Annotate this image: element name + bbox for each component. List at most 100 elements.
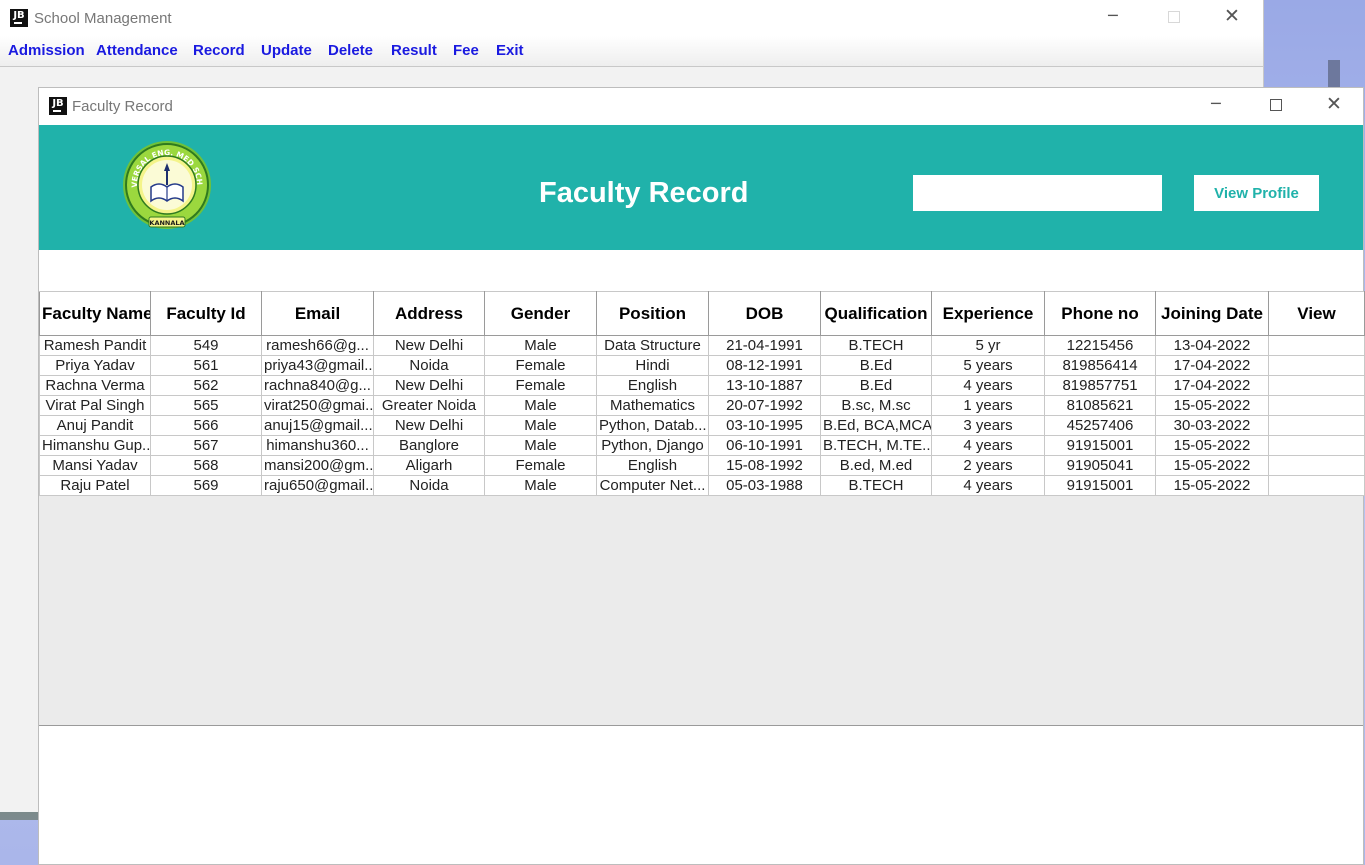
menu-exit[interactable]: Exit (496, 42, 524, 59)
faculty-table-area[interactable]: Faculty Name Faculty Id Email Address Ge… (39, 291, 1365, 726)
cell-view[interactable] (1268, 375, 1365, 396)
cell-joining-date[interactable]: 17-04-2022 (1155, 375, 1269, 396)
minimize-button[interactable]: ─ (1211, 94, 1221, 113)
cell-dob[interactable]: 13-10-1887 (708, 375, 821, 396)
cell-faculty-id[interactable]: 549 (150, 335, 262, 356)
view-profile-button[interactable]: View Profile (1194, 175, 1319, 211)
cell-phone-no[interactable]: 91905041 (1044, 455, 1156, 476)
cell-qualification[interactable]: B.Ed, BCA,MCA (820, 415, 932, 436)
cell-view[interactable] (1268, 335, 1365, 356)
cell-gender[interactable]: Female (484, 355, 597, 376)
cell-joining-date[interactable]: 15-05-2022 (1155, 455, 1269, 476)
table-row[interactable]: Ramesh Pandit 549 ramesh66@g... New Delhi Ma… (39, 335, 1365, 356)
cell-faculty-name[interactable]: Priya Yadav (39, 355, 151, 376)
cell-gender[interactable]: Male (484, 475, 597, 496)
minimize-button[interactable]: ─ (1108, 6, 1118, 25)
table-row[interactable]: Virat Pal Singh 565 virat250@gmai... Greate… (39, 395, 1365, 416)
cell-email[interactable]: anuj15@gmail.... (261, 415, 374, 436)
cell-position[interactable]: Hindi (596, 355, 709, 376)
cell-experience[interactable]: 2 years (931, 455, 1045, 476)
cell-view[interactable] (1268, 395, 1365, 416)
cell-experience[interactable]: 1 years (931, 395, 1045, 416)
column-header-dob[interactable]: DOB (708, 291, 821, 336)
cell-view[interactable] (1268, 475, 1365, 496)
cell-address[interactable]: Aligarh (373, 455, 485, 476)
close-button[interactable]: ✕ (1224, 5, 1240, 27)
cell-phone-no[interactable]: 91915001 (1044, 475, 1156, 496)
column-header-email[interactable]: Email (261, 291, 374, 336)
menu-fee[interactable]: Fee (453, 42, 479, 59)
cell-gender[interactable]: Male (484, 435, 597, 456)
table-row[interactable]: Himanshu Gup... 567 himanshu360... Banglore… (39, 435, 1365, 456)
column-header-gender[interactable]: Gender (484, 291, 597, 336)
table-row[interactable]: Anuj Pandit 566 anuj15@gmail.... New Delhi M… (39, 415, 1365, 436)
cell-faculty-name[interactable]: Ramesh Pandit (39, 335, 151, 356)
cell-qualification[interactable]: B.sc, M.sc (820, 395, 932, 416)
cell-dob[interactable]: 08-12-1991 (708, 355, 821, 376)
cell-position[interactable]: English (596, 375, 709, 396)
column-header-joining-date[interactable]: Joining Date (1155, 291, 1269, 336)
cell-qualification[interactable]: B.TECH, M.TE... (820, 435, 932, 456)
cell-faculty-id[interactable]: 565 (150, 395, 262, 416)
cell-position[interactable]: Computer Net... (596, 475, 709, 496)
menu-delete[interactable]: Delete (328, 42, 373, 59)
cell-position[interactable]: Python, Django (596, 435, 709, 456)
column-header-qualification[interactable]: Qualification (820, 291, 932, 336)
cell-gender[interactable]: Female (484, 375, 597, 396)
cell-view[interactable] (1268, 435, 1365, 456)
cell-gender[interactable]: Male (484, 335, 597, 356)
cell-email[interactable]: raju650@gmail... (261, 475, 374, 496)
cell-faculty-id[interactable]: 566 (150, 415, 262, 436)
cell-experience[interactable]: 5 years (931, 355, 1045, 376)
cell-email[interactable]: mansi200@gm... (261, 455, 374, 476)
cell-address[interactable]: Banglore (373, 435, 485, 456)
main-titlebar[interactable]: JB School Management ─ ✕ (0, 0, 1263, 36)
cell-phone-no[interactable]: 81085621 (1044, 395, 1156, 416)
menu-admission[interactable]: Admission (8, 42, 85, 59)
cell-qualification[interactable]: B.TECH (820, 335, 932, 356)
cell-faculty-name[interactable]: Mansi Yadav (39, 455, 151, 476)
cell-gender[interactable]: Male (484, 415, 597, 436)
column-header-faculty-name[interactable]: Faculty Name (39, 291, 151, 336)
cell-faculty-name[interactable]: Raju Patel (39, 475, 151, 496)
cell-phone-no[interactable]: 91915001 (1044, 435, 1156, 456)
menu-update[interactable]: Update (261, 42, 312, 59)
cell-joining-date[interactable]: 15-05-2022 (1155, 435, 1269, 456)
cell-position[interactable]: Python, Datab... (596, 415, 709, 436)
cell-address[interactable]: New Delhi (373, 415, 485, 436)
cell-email[interactable]: ramesh66@g... (261, 335, 374, 356)
menu-attendance[interactable]: Attendance (96, 42, 178, 59)
cell-qualification[interactable]: B.Ed (820, 355, 932, 376)
cell-joining-date[interactable]: 30-03-2022 (1155, 415, 1269, 436)
cell-qualification[interactable]: B.TECH (820, 475, 932, 496)
cell-dob[interactable]: 06-10-1991 (708, 435, 821, 456)
cell-qualification[interactable]: B.ed, M.ed (820, 455, 932, 476)
table-row[interactable]: Raju Patel 569 raju650@gmail... Noida Male Co… (39, 475, 1365, 496)
cell-address[interactable]: New Delhi (373, 335, 485, 356)
cell-dob[interactable]: 21-04-1991 (708, 335, 821, 356)
menu-record[interactable]: Record (193, 42, 245, 59)
cell-faculty-id[interactable]: 561 (150, 355, 262, 376)
cell-qualification[interactable]: B.Ed (820, 375, 932, 396)
cell-faculty-id[interactable]: 568 (150, 455, 262, 476)
cell-position[interactable]: Mathematics (596, 395, 709, 416)
cell-email[interactable]: virat250@gmai... (261, 395, 374, 416)
cell-dob[interactable]: 05-03-1988 (708, 475, 821, 496)
faculty-window-titlebar[interactable]: JB Faculty Record ─ ✕ (39, 88, 1363, 124)
cell-experience[interactable]: 5 yr (931, 335, 1045, 356)
table-row[interactable]: Rachna Verma 562 rachna840@g... New Delhi Fe… (39, 375, 1365, 396)
cell-gender[interactable]: Female (484, 455, 597, 476)
cell-phone-no[interactable]: 12215456 (1044, 335, 1156, 356)
cell-experience[interactable]: 4 years (931, 375, 1045, 396)
cell-joining-date[interactable]: 15-05-2022 (1155, 395, 1269, 416)
cell-phone-no[interactable]: 45257406 (1044, 415, 1156, 436)
cell-dob[interactable]: 20-07-1992 (708, 395, 821, 416)
cell-address[interactable]: New Delhi (373, 375, 485, 396)
cell-phone-no[interactable]: 819857751 (1044, 375, 1156, 396)
maximize-button[interactable] (1168, 11, 1180, 23)
column-header-phone-no[interactable]: Phone no (1044, 291, 1156, 336)
cell-email[interactable]: himanshu360... (261, 435, 374, 456)
close-button[interactable]: ✕ (1326, 93, 1342, 115)
table-row[interactable]: Mansi Yadav 568 mansi200@gm... Aligarh Femal… (39, 455, 1365, 476)
cell-gender[interactable]: Male (484, 395, 597, 416)
